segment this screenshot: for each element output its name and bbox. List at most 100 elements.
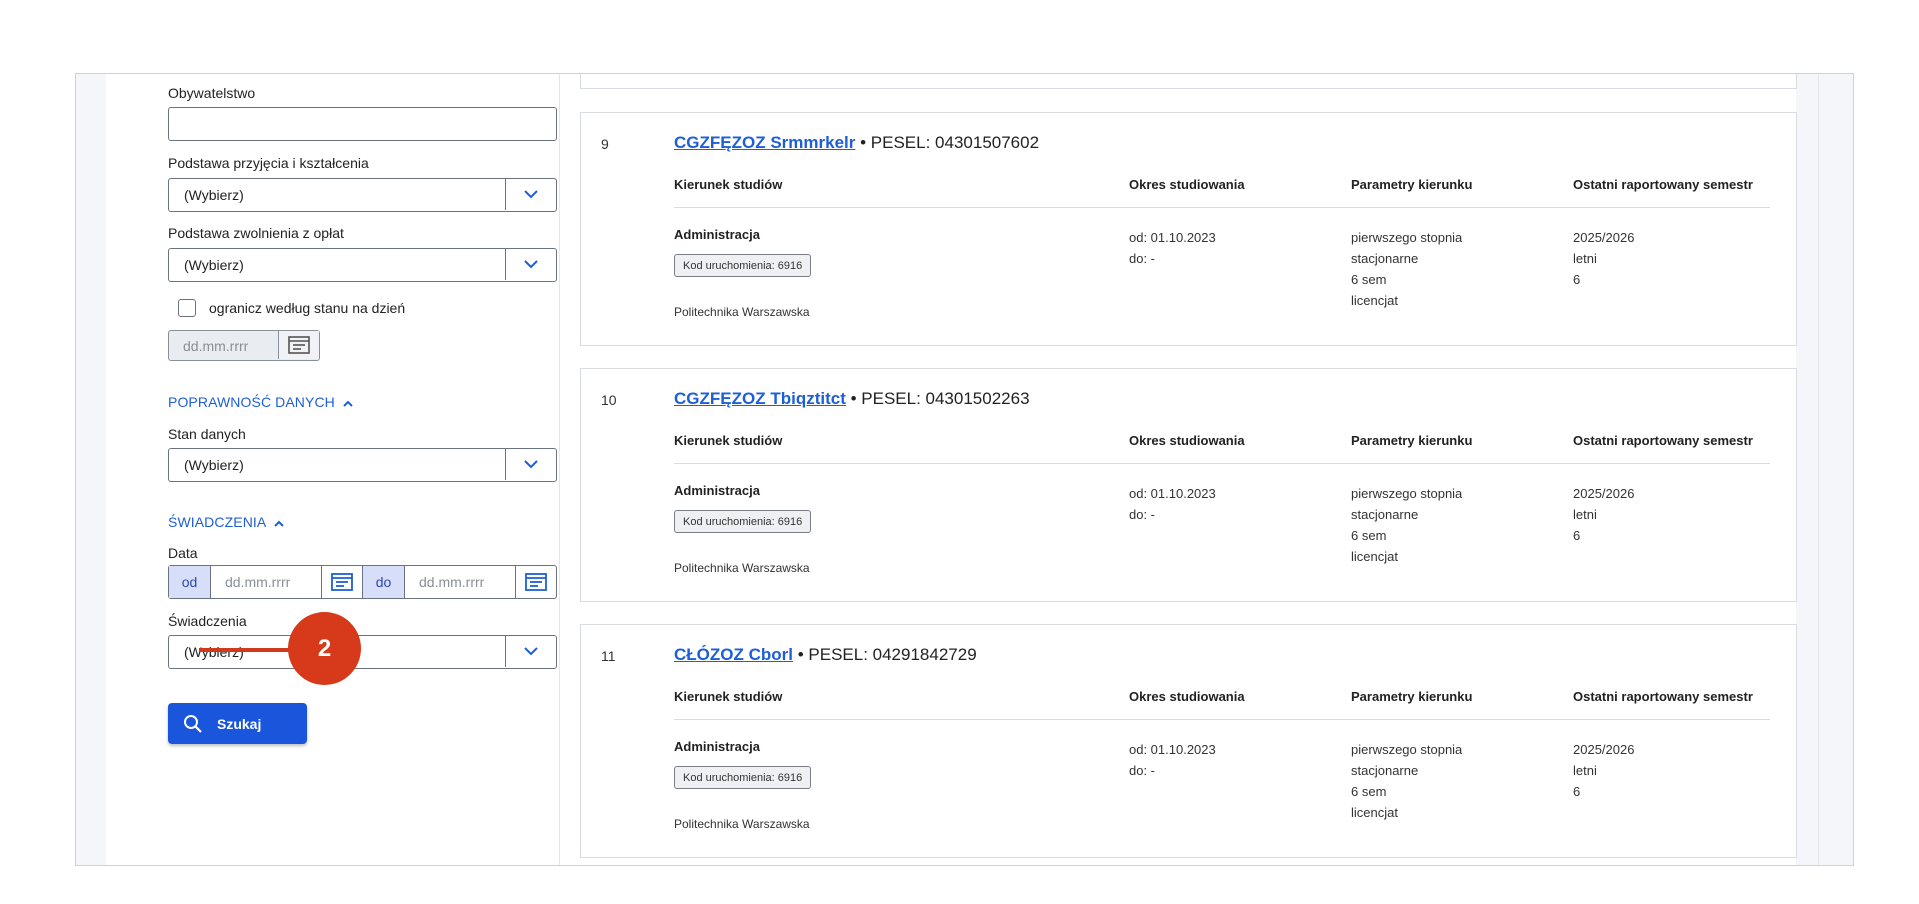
kierunek-value: Administracja <box>674 227 760 242</box>
forma: stacjonarne <box>1351 763 1419 778</box>
stan-danych-select[interactable]: (Wybierz) <box>168 448 557 482</box>
results-panel: 9 CGZFĘZOZ Srmmrkelr • PESEL: 0430150760… <box>560 74 1797 865</box>
chevron-down-icon[interactable] <box>505 636 556 667</box>
od-date-input[interactable]: dd.mm.rrrr <box>211 566 321 598</box>
col-okres-header: Okres studiowania <box>1129 433 1245 448</box>
kierunek-value: Administracja <box>674 483 760 498</box>
swiadczenia-label: Świadczenia <box>168 613 247 629</box>
step-callout-badge: 2 <box>288 612 361 685</box>
stan-danych-label: Stan danych <box>168 426 246 442</box>
divider <box>674 207 1770 208</box>
caret-up-icon <box>343 394 353 410</box>
col-okres-header: Okres studiowania <box>1129 177 1245 192</box>
okres-do: do: - <box>1129 763 1156 778</box>
col-kierunek-header: Kierunek studiów <box>674 433 783 448</box>
tytul: licencjat <box>1351 293 1398 308</box>
result-card: 9 CGZFĘZOZ Srmmrkelr • PESEL: 0430150760… <box>580 112 1797 346</box>
kod-uruchomienia-badge: Kod uruchomienia: 6916 <box>674 510 812 533</box>
okres-od: od: 01.10.2023 <box>1129 486 1216 501</box>
col-semestr-header: Ostatni raportowany semestr <box>1573 433 1753 448</box>
chevron-down-icon[interactable] <box>505 449 556 480</box>
rok-akademicki: 2025/2026 <box>1573 742 1635 757</box>
rok-akademicki: 2025/2026 <box>1573 486 1635 501</box>
okres-value: od: 01.10.2023 do: - <box>1129 739 1216 781</box>
student-name-link[interactable]: CGZFĘZOZ Srmmrkelr <box>674 133 855 152</box>
col-semestr-header: Ostatni raportowany semestr <box>1573 177 1753 192</box>
semestr-nazwa: letni <box>1573 251 1597 266</box>
forma: stacjonarne <box>1351 251 1419 266</box>
semestr-value: 2025/2026 letni 6 <box>1573 739 1634 802</box>
result-number: 9 <box>601 136 609 152</box>
stopien: pierwszego stopnia <box>1351 230 1463 245</box>
okres-od: od: 01.10.2023 <box>1129 230 1216 245</box>
col-kierunek-header: Kierunek studiów <box>674 689 783 704</box>
do-date-input[interactable]: dd.mm.rrrr <box>405 566 515 598</box>
podstawa-zwolnienia-label: Podstawa zwolnienia z opłat <box>168 225 344 241</box>
parametry-value: pierwszego stopnia stacjonarne 6 sem lic… <box>1351 227 1462 311</box>
kod-uruchomienia-badge: Kod uruchomienia: 6916 <box>674 254 812 277</box>
data-range-input: od dd.mm.rrrr do dd.mm.rrrr <box>168 565 557 599</box>
calendar-icon[interactable] <box>321 566 363 598</box>
result-title: CGZFĘZOZ Srmmrkelr • PESEL: 04301507602 <box>674 133 1039 153</box>
student-name-link[interactable]: CGZFĘZOZ Tbiqztitct <box>674 389 846 408</box>
podstawa-przyjecia-select[interactable]: (Wybierz) <box>168 178 557 212</box>
divider <box>674 463 1770 464</box>
tytul: licencjat <box>1351 549 1398 564</box>
pesel: • PESEL: 04301502263 <box>850 389 1030 408</box>
uczelnia: Politechnika Warszawska <box>674 305 810 319</box>
obywatelstwo-input[interactable] <box>168 107 557 141</box>
uczelnia: Politechnika Warszawska <box>674 561 810 575</box>
okres-do: do: - <box>1129 251 1156 266</box>
liczba-semestrow: 6 sem <box>1351 528 1387 543</box>
stan-na-dzien-date-input: dd.mm.rrrr <box>168 330 320 361</box>
forma: stacjonarne <box>1351 507 1419 522</box>
poprawnosc-danych-label: POPRAWNOŚĆ DANYCH <box>168 394 335 410</box>
podstawa-zwolnienia-select[interactable]: (Wybierz) <box>168 248 557 282</box>
okres-value: od: 01.10.2023 do: - <box>1129 483 1216 525</box>
liczba-semestrow: 6 sem <box>1351 272 1387 287</box>
parametry-value: pierwszego stopnia stacjonarne 6 sem lic… <box>1351 483 1462 567</box>
okres-value: od: 01.10.2023 do: - <box>1129 227 1216 269</box>
stan-danych-value: (Wybierz) <box>184 457 244 473</box>
rok-akademicki: 2025/2026 <box>1573 230 1635 245</box>
semestr-numer: 6 <box>1573 272 1581 287</box>
search-icon <box>183 714 203 734</box>
poprawnosc-danych-toggle[interactable]: POPRAWNOŚĆ DANYCH <box>168 394 353 410</box>
ogranicz-checkbox[interactable] <box>178 299 196 317</box>
semestr-numer: 6 <box>1573 528 1581 543</box>
obywatelstwo-label: Obywatelstwo <box>168 85 256 101</box>
pesel: • PESEL: 04291842729 <box>797 645 977 664</box>
calendar-icon[interactable] <box>515 566 556 598</box>
semestr-nazwa: letni <box>1573 507 1597 522</box>
semestr-nazwa: letni <box>1573 763 1597 778</box>
kod-uruchomienia-badge: Kod uruchomienia: 6916 <box>674 766 812 789</box>
swiadczenia-select[interactable]: (Wybierz) <box>168 635 557 669</box>
swiadczenia-toggle[interactable]: ŚWIADCZENIA <box>168 514 284 530</box>
do-tag: do <box>363 566 405 598</box>
chevron-down-icon[interactable] <box>505 179 556 210</box>
col-kierunek-header: Kierunek studiów <box>674 177 783 192</box>
col-parametry-header: Parametry kierunku <box>1351 433 1473 448</box>
podstawa-przyjecia-label: Podstawa przyjęcia i kształcenia <box>168 155 369 171</box>
search-button[interactable]: Szukaj <box>168 703 307 744</box>
kierunek-value: Administracja <box>674 739 760 754</box>
result-title: CGZFĘZOZ Tbiqztitct • PESEL: 04301502263 <box>674 389 1030 409</box>
stopien: pierwszego stopnia <box>1351 486 1463 501</box>
result-card: 10 CGZFĘZOZ Tbiqztitct • PESEL: 04301502… <box>580 368 1797 602</box>
filter-sidebar: Obywatelstwo Podstawa przyjęcia i kształ… <box>106 74 560 865</box>
tytul: licencjat <box>1351 805 1398 820</box>
student-name-link[interactable]: CŁÓZOZ Cborl <box>674 645 793 664</box>
result-number: 10 <box>601 392 617 408</box>
semestr-value: 2025/2026 letni 6 <box>1573 483 1634 546</box>
callout-connector <box>199 648 291 652</box>
calendar-icon <box>278 331 319 359</box>
od-tag: od <box>169 566 211 598</box>
swiadczenia-value: (Wybierz) <box>184 644 244 660</box>
ogranicz-label: ogranicz według stanu na dzień <box>209 300 406 316</box>
col-parametry-header: Parametry kierunku <box>1351 689 1473 704</box>
divider <box>674 719 1770 720</box>
pesel: • PESEL: 04301507602 <box>860 133 1040 152</box>
result-title: CŁÓZOZ Cborl • PESEL: 04291842729 <box>674 645 977 665</box>
col-parametry-header: Parametry kierunku <box>1351 177 1473 192</box>
chevron-down-icon[interactable] <box>505 249 556 280</box>
